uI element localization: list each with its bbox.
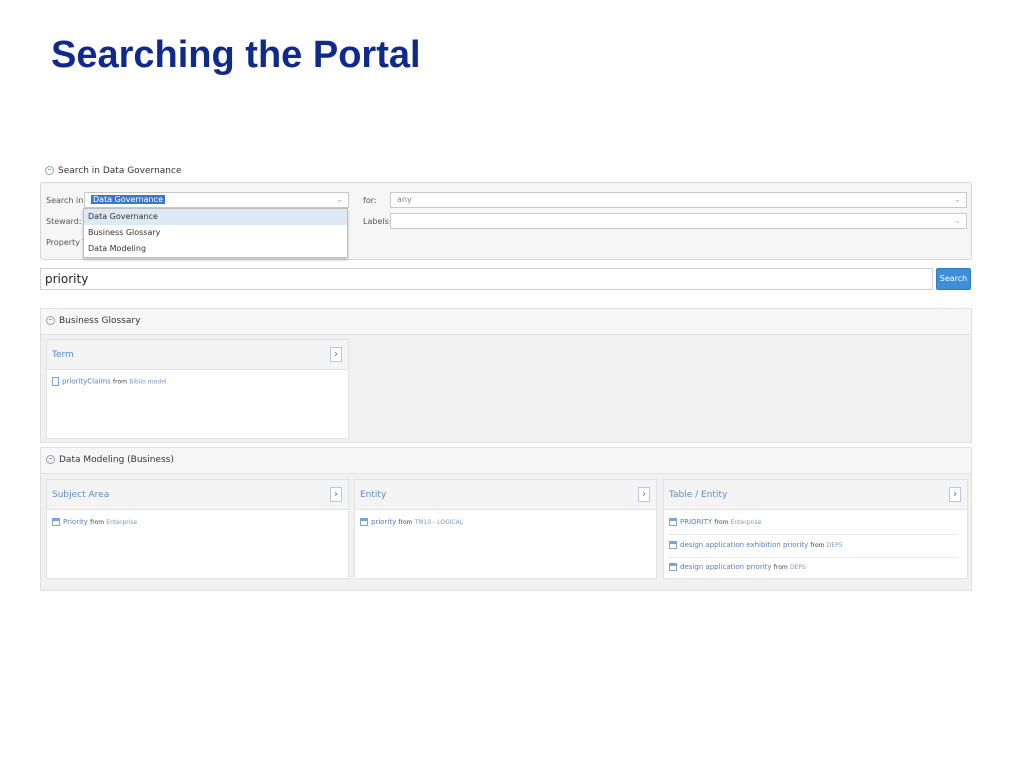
collapse-circle-icon[interactable] xyxy=(46,316,55,325)
table-icon xyxy=(360,518,368,526)
chevron-right-icon[interactable]: › xyxy=(330,487,342,502)
chevron-right-icon[interactable]: › xyxy=(330,347,342,362)
list-item[interactable]: priority from TM10 - LOGICAL xyxy=(360,518,463,526)
result-from: from xyxy=(90,519,105,526)
business-glossary-header[interactable]: Business Glossary xyxy=(41,309,971,335)
chevron-right-icon[interactable]: › xyxy=(638,487,650,502)
table-entity-column: Table / Entity › PRIORITY from Enterpris… xyxy=(663,479,968,579)
term-column-title: Term xyxy=(52,350,74,360)
collapse-circle-icon[interactable] xyxy=(45,166,54,175)
divider xyxy=(668,557,957,558)
portal-screenshot: Search in Data Governance Search in: Dat… xyxy=(40,158,972,591)
result-from: from xyxy=(773,564,788,571)
dropdown-option-business-glossary[interactable]: Business Glossary xyxy=(84,225,347,241)
chevron-down-icon: ⌄ xyxy=(954,195,961,204)
table-icon xyxy=(669,518,677,526)
result-from: from xyxy=(398,519,413,526)
result-name[interactable]: design application exhibition priority xyxy=(680,541,808,549)
search-input[interactable]: priority xyxy=(40,268,933,290)
list-item[interactable]: design application priority from DEPS xyxy=(669,563,806,571)
for-select[interactable]: any ⌄ xyxy=(390,192,967,208)
data-modeling-group: Data Modeling (Business) Subject Area › … xyxy=(40,447,972,591)
result-name[interactable]: Priority xyxy=(63,518,88,526)
dropdown-option-data-modeling[interactable]: Data Modeling xyxy=(84,241,347,257)
labels-label: Labels: xyxy=(363,217,392,226)
result-name[interactable]: priorityClaims xyxy=(62,378,111,386)
search-section-title: Search in Data Governance xyxy=(58,166,182,176)
table-icon xyxy=(52,518,60,526)
search-in-select[interactable]: Data Governance ⌄ xyxy=(84,192,349,208)
entity-column-header: Entity › xyxy=(355,480,656,510)
entity-column: Entity › priority from TM10 - LOGICAL xyxy=(354,479,657,579)
result-name[interactable]: PRIORITY xyxy=(680,518,712,526)
subject-area-column-title: Subject Area xyxy=(52,490,110,500)
result-source[interactable]: Enterprise xyxy=(106,519,137,526)
steward-label: Steward: xyxy=(46,217,82,226)
term-column-header: Term › xyxy=(47,340,348,370)
list-item[interactable]: priorityClaims from Biblio model xyxy=(52,377,166,386)
collapse-circle-icon[interactable] xyxy=(46,455,55,464)
result-source[interactable]: Biblio model xyxy=(129,379,166,386)
term-column: Term › priorityClaims from Biblio model xyxy=(46,339,349,439)
table-icon xyxy=(669,541,677,549)
dropdown-option-data-governance[interactable]: Data Governance xyxy=(84,209,347,225)
result-source[interactable]: TM10 - LOGICAL xyxy=(415,519,463,526)
result-source[interactable]: DEPS xyxy=(827,542,843,549)
subject-area-column: Subject Area › Priority from Enterprise xyxy=(46,479,349,579)
business-glossary-group: Business Glossary Term › priorityClaims … xyxy=(40,308,972,443)
data-modeling-title: Data Modeling (Business) xyxy=(59,455,174,465)
business-glossary-title: Business Glossary xyxy=(59,316,141,326)
slide-title: Searching the Portal xyxy=(51,34,421,76)
search-in-dropdown: Data Governance Business Glossary Data M… xyxy=(83,208,348,258)
result-source[interactable]: DEPS xyxy=(790,564,806,571)
result-source[interactable]: Enterprise xyxy=(731,519,762,526)
chevron-right-icon[interactable]: › xyxy=(949,487,961,502)
search-section-header[interactable]: Search in Data Governance xyxy=(45,166,182,176)
search-in-label: Search in: xyxy=(46,196,87,205)
result-name[interactable]: design application priority xyxy=(680,563,772,571)
search-button[interactable]: Search xyxy=(936,268,971,290)
result-from: from xyxy=(714,519,729,526)
result-from: from xyxy=(113,378,127,386)
divider xyxy=(668,534,957,535)
search-in-selected-value: Data Governance xyxy=(91,195,165,204)
subject-area-column-header: Subject Area › xyxy=(47,480,348,510)
labels-select[interactable]: ⌄ xyxy=(390,213,967,229)
table-icon xyxy=(669,563,677,571)
chevron-down-icon: ⌄ xyxy=(954,216,961,225)
chevron-down-icon: ⌄ xyxy=(336,195,343,204)
table-entity-column-title: Table / Entity xyxy=(669,490,728,500)
for-selected-value: any xyxy=(397,195,412,204)
list-item[interactable]: design application exhibition priority f… xyxy=(669,541,843,549)
result-from: from xyxy=(810,542,825,549)
entity-column-title: Entity xyxy=(360,490,387,500)
result-name[interactable]: priority xyxy=(371,518,396,526)
table-entity-column-header: Table / Entity › xyxy=(664,480,967,510)
for-label: for: xyxy=(363,196,377,205)
list-item[interactable]: Priority from Enterprise xyxy=(52,518,137,526)
data-modeling-header[interactable]: Data Modeling (Business) xyxy=(41,448,971,474)
document-icon xyxy=(52,377,59,386)
list-item[interactable]: PRIORITY from Enterprise xyxy=(669,518,761,526)
